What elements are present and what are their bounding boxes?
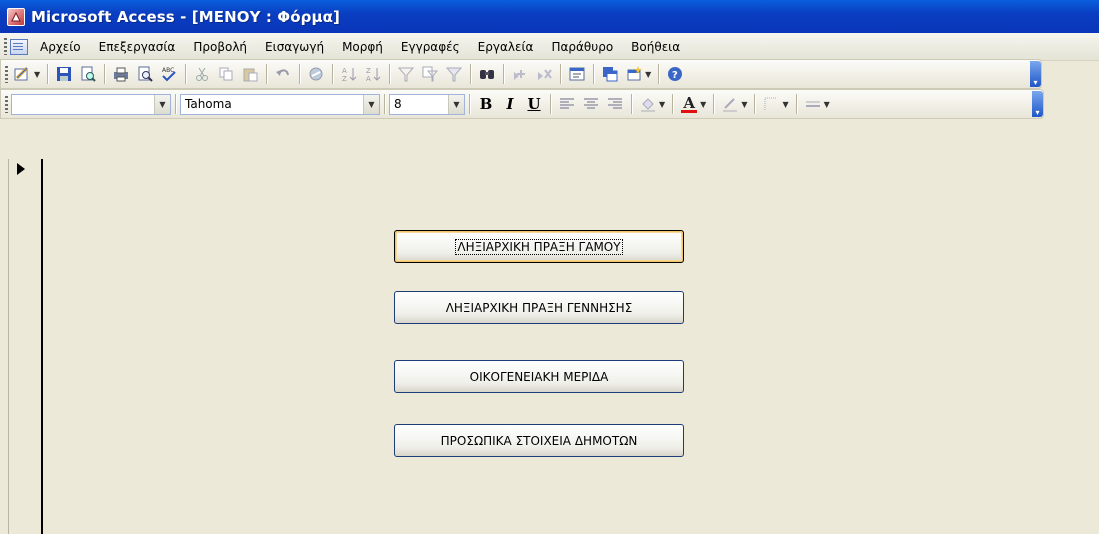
standard-toolbar: ▼ ABC AZ ZA ▼ ? ▾ (0, 59, 1042, 89)
view-icon[interactable] (12, 63, 34, 85)
svg-text:Z: Z (366, 67, 371, 75)
database-window-icon[interactable] (599, 63, 621, 85)
record-selector[interactable] (8, 159, 43, 534)
menu-file[interactable]: Αρχείο (40, 40, 81, 54)
toolbar-options-icon[interactable]: ▾ (1032, 91, 1043, 117)
special-effect-dropdown-icon[interactable]: ▼ (782, 100, 788, 109)
undo-icon[interactable] (272, 63, 294, 85)
font-size-combo[interactable]: 8 ▼ (389, 93, 465, 115)
font-color-icon[interactable]: A (678, 93, 700, 115)
menu-records[interactable]: Εγγραφές (401, 40, 460, 54)
print-icon[interactable] (110, 63, 132, 85)
find-icon[interactable] (476, 63, 498, 85)
title-bar: Microsoft Access - [ΜΕΝΟΥ : Φόρμα] (0, 0, 1099, 33)
cut-icon[interactable] (191, 63, 213, 85)
svg-text:?: ? (672, 70, 678, 81)
menu-edit[interactable]: Επεξεργασία (99, 40, 176, 54)
underline-button[interactable]: U (523, 93, 545, 115)
chevron-down-icon[interactable]: ▼ (363, 94, 379, 114)
align-center-icon[interactable] (580, 93, 602, 115)
line-color-icon[interactable] (719, 93, 741, 115)
align-left-icon[interactable] (556, 93, 578, 115)
family-register-button[interactable]: ΟΙΚΟΓΕΝΕΙΑΚΗ ΜΕΡΙΔΑ (394, 360, 684, 393)
menu-grip[interactable] (4, 38, 7, 55)
menu-insert[interactable]: Εισαγωγή (265, 40, 324, 54)
chevron-down-icon[interactable]: ▼ (448, 94, 464, 114)
save-icon[interactable] (53, 63, 75, 85)
apply-filter-icon[interactable] (443, 63, 465, 85)
toolbar-grip[interactable] (5, 95, 8, 113)
citizens-personal-data-button[interactable]: ΠΡΟΣΩΠΙΚΑ ΣΤΟΙΧΕΙΑ ΔΗΜΟΤΩΝ (394, 424, 684, 457)
filter-by-selection-icon[interactable] (395, 63, 417, 85)
help-icon[interactable]: ? (664, 63, 686, 85)
hyperlink-icon[interactable] (305, 63, 327, 85)
delete-record-icon[interactable] (533, 63, 555, 85)
fill-color-dropdown-icon[interactable]: ▼ (659, 100, 665, 109)
properties-icon[interactable] (566, 63, 588, 85)
copy-icon[interactable] (215, 63, 237, 85)
new-object-dropdown-icon[interactable]: ▼ (645, 70, 651, 79)
align-right-icon[interactable] (604, 93, 626, 115)
current-record-icon (17, 163, 25, 175)
chevron-down-icon[interactable]: ▼ (154, 94, 170, 114)
bold-button[interactable]: B (475, 93, 497, 115)
print-preview-icon[interactable] (134, 63, 156, 85)
svg-text:Z: Z (342, 75, 347, 82)
paste-icon[interactable] (239, 63, 261, 85)
toolbar-grip[interactable] (5, 65, 8, 83)
spelling-icon[interactable]: ABC (158, 63, 180, 85)
line-width-icon[interactable] (802, 93, 824, 115)
view-dropdown-icon[interactable]: ▼ (34, 70, 40, 79)
sort-ascending-icon[interactable]: AZ (338, 63, 360, 85)
menu-tools[interactable]: Εργαλεία (478, 40, 534, 54)
special-effect-icon[interactable] (760, 93, 782, 115)
menu-view[interactable]: Προβολή (193, 40, 247, 54)
window-title: Microsoft Access - [ΜΕΝΟΥ : Φόρμα] (31, 7, 340, 26)
italic-button[interactable]: I (499, 93, 521, 115)
object-combo[interactable]: ▼ (11, 93, 171, 115)
font-color-dropdown-icon[interactable]: ▼ (700, 100, 706, 109)
new-object-icon[interactable] (623, 63, 645, 85)
menu-format[interactable]: Μορφή (342, 40, 383, 54)
new-record-icon[interactable] (509, 63, 531, 85)
marriage-record-button[interactable]: ΛΗΞΙΑΡΧΙΚΗ ΠΡΑΞΗ ΓΑΜΟΥ (394, 230, 684, 263)
line-color-dropdown-icon[interactable]: ▼ (741, 100, 747, 109)
form-control-menu-icon[interactable] (10, 38, 28, 55)
formatting-toolbar: ▼ Tahoma ▼ 8 ▼ B I U ▼ A ▼ ▼ ▼ ▼ ▾ (0, 89, 1044, 119)
birth-record-button[interactable]: ΛΗΞΙΑΡΧΙΚΗ ΠΡΑΞΗ ΓΕΝΝΗΣΗΣ (394, 291, 684, 324)
fill-color-icon[interactable] (637, 93, 659, 115)
sort-descending-icon[interactable]: ZA (362, 63, 384, 85)
svg-text:ABC: ABC (162, 67, 174, 74)
toolbar-options-icon[interactable]: ▾ (1030, 61, 1041, 87)
menu-help[interactable]: Βοήθεια (631, 40, 680, 54)
access-app-icon[interactable] (7, 7, 25, 26)
svg-text:A: A (366, 75, 371, 82)
font-name-value: Tahoma (185, 97, 232, 111)
line-width-dropdown-icon[interactable]: ▼ (824, 100, 830, 109)
file-search-icon[interactable] (77, 63, 99, 85)
filter-by-form-icon[interactable] (419, 63, 441, 85)
font-name-combo[interactable]: Tahoma ▼ (180, 93, 380, 115)
svg-text:A: A (342, 67, 347, 75)
menu-window[interactable]: Παράθυρο (551, 40, 613, 54)
font-size-value: 8 (394, 97, 402, 111)
menu-bar: Αρχείο Επεξεργασία Προβολή Εισαγωγή Μορφ… (0, 33, 1099, 61)
form-detail-area (0, 119, 1099, 534)
